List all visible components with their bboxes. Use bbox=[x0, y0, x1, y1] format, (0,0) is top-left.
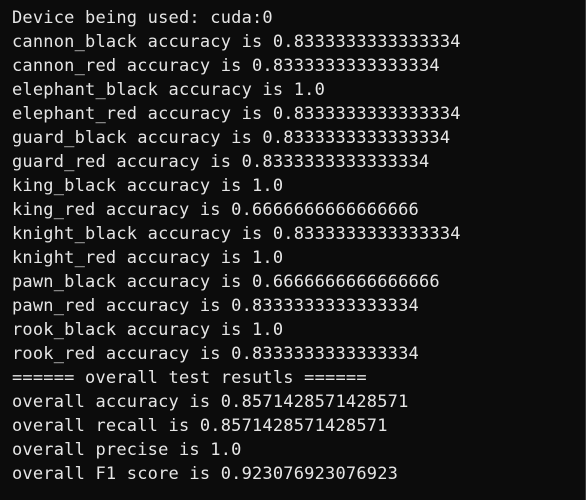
terminal-line-overall-f1: overall F1 score is 0.923076923076923 bbox=[12, 464, 399, 484]
terminal-line-rook-red: rook_red accuracy is 0.8333333333333334 bbox=[12, 344, 419, 364]
terminal-line-guard-black: guard_black accuracy is 0.83333333333333… bbox=[12, 128, 451, 148]
terminal-line-rook-black: rook_black accuracy is 1.0 bbox=[12, 320, 284, 340]
terminal-line-device: Device being used: cuda:0 bbox=[12, 8, 273, 28]
terminal-output[interactable]: Device being used: cuda:0 cannon_black a… bbox=[0, 0, 586, 500]
terminal-line-guard-red: guard_red accuracy is 0.8333333333333334 bbox=[12, 152, 430, 172]
terminal-line-knight-black: knight_black accuracy is 0.8333333333333… bbox=[12, 224, 461, 244]
terminal-line-pawn-black: pawn_black accuracy is 0.666666666666666… bbox=[12, 272, 440, 292]
terminal-line-overall-header: ====== overall test resutls ====== bbox=[12, 368, 367, 388]
terminal-line-cannon-red: cannon_red accuracy is 0.833333333333333… bbox=[12, 56, 440, 76]
terminal-line-cannon-black: cannon_black accuracy is 0.8333333333333… bbox=[12, 32, 461, 52]
terminal-line-elephant-black: elephant_black accuracy is 1.0 bbox=[12, 80, 326, 100]
terminal-line-king-red: king_red accuracy is 0.6666666666666666 bbox=[12, 200, 419, 220]
terminal-line-overall-recall: overall recall is 0.8571428571428571 bbox=[12, 416, 388, 436]
terminal-line-knight-red: knight_red accuracy is 1.0 bbox=[12, 248, 284, 268]
terminal-line-elephant-red: elephant_red accuracy is 0.8333333333333… bbox=[12, 104, 461, 124]
terminal-line-king-black: king_black accuracy is 1.0 bbox=[12, 176, 284, 196]
terminal-line-pawn-red: pawn_red accuracy is 0.8333333333333334 bbox=[12, 296, 419, 316]
terminal-line-overall-precise: overall precise is 1.0 bbox=[12, 440, 242, 460]
terminal-line-overall-accuracy: overall accuracy is 0.8571428571428571 bbox=[12, 392, 409, 412]
